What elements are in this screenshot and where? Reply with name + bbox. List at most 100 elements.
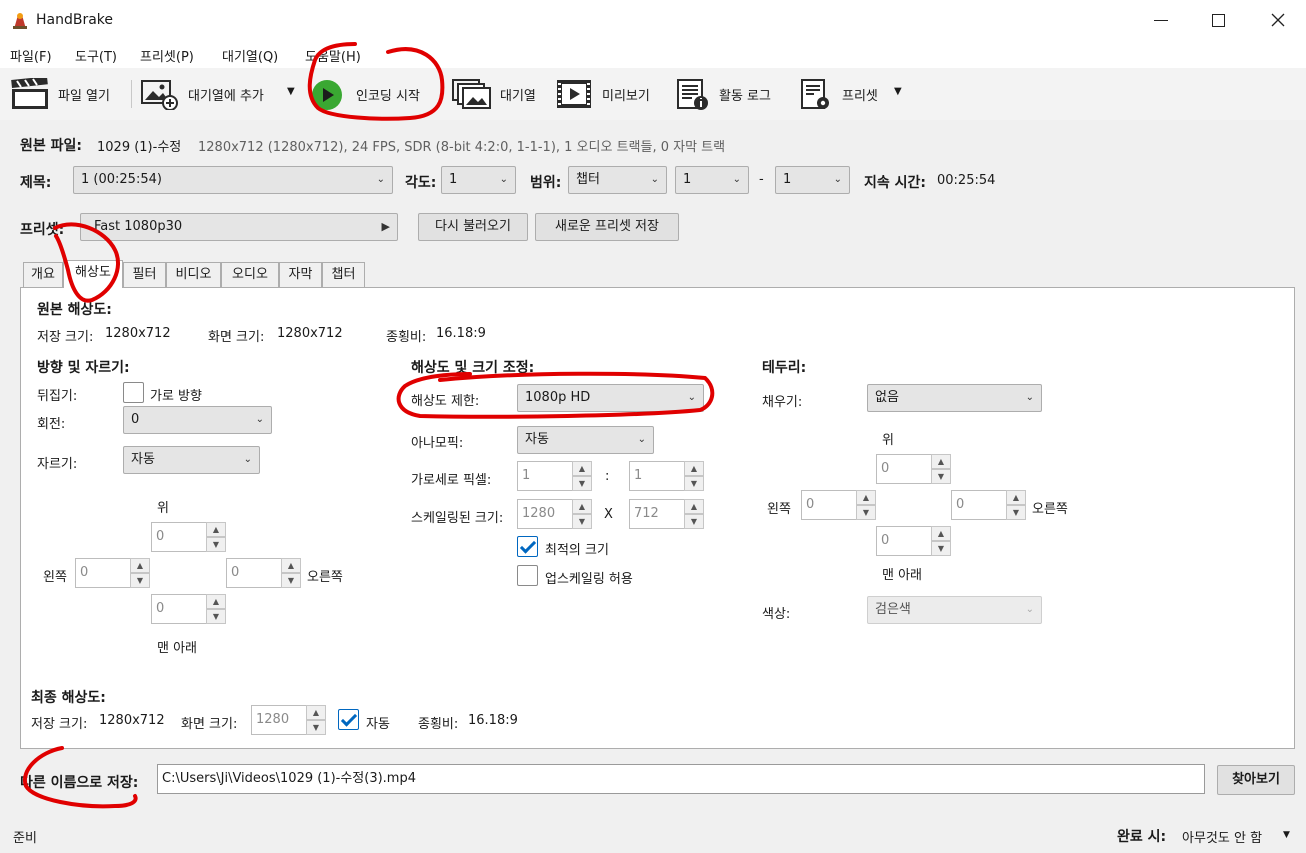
tab-video[interactable]: 비디오 (166, 262, 221, 288)
scaled-width-input[interactable]: 1280 (517, 499, 573, 529)
stepper-down-icon[interactable]: ▼ (856, 505, 876, 520)
tab-audio[interactable]: 오디오 (221, 262, 279, 288)
anamorphic-dropdown[interactable]: 자동 ⌄ (517, 426, 654, 454)
stepper-down-icon[interactable]: ▼ (306, 720, 326, 735)
stepper-down-icon[interactable]: ▼ (931, 469, 951, 484)
stepper-down-icon[interactable]: ▼ (1006, 505, 1026, 520)
allow-upscaling-checkbox[interactable] (517, 565, 538, 586)
output-path-input[interactable]: C:\Users\Ji\Videos\1029 (1)-수정(3).mp4 (157, 764, 1205, 794)
stepper-up-icon[interactable]: ▲ (281, 558, 301, 573)
scaled-height-stepper[interactable]: 712 ▲ ▼ (629, 499, 704, 529)
flip-horizontal-checkbox[interactable] (123, 382, 144, 403)
preset-selector[interactable]: Fast 1080p30 ▶ (80, 213, 398, 241)
reload-preset-button[interactable]: 다시 불러오기 (418, 213, 528, 241)
pad-right-stepper[interactable]: 0 ▲ ▼ (951, 490, 1026, 520)
title-dropdown[interactable]: 1 (00:25:54) ⌄ (73, 166, 393, 194)
menu-presets[interactable]: 프리셋(P) (140, 46, 194, 65)
stepper-up-icon[interactable]: ▲ (306, 705, 326, 720)
angle-dropdown[interactable]: 1 ⌄ (441, 166, 516, 194)
resolution-limit-dropdown[interactable]: 1080p HD ⌄ (517, 384, 704, 412)
crop-right-input[interactable]: 0 (226, 558, 282, 588)
pad-bottom-stepper[interactable]: 0 ▲ ▼ (876, 526, 951, 556)
stepper-down-icon[interactable]: ▼ (931, 541, 951, 556)
menu-tools[interactable]: 도구(T) (75, 46, 117, 65)
crop-bottom-input[interactable]: 0 (151, 594, 207, 624)
stepper-down-icon[interactable]: ▼ (684, 514, 704, 529)
activity-log-label: 활동 로그 (719, 89, 771, 104)
maximize-icon[interactable] (1212, 14, 1225, 27)
when-done-value[interactable]: 아무것도 안 함 (1182, 827, 1262, 846)
fill-dropdown[interactable]: 없음 ⌄ (867, 384, 1042, 412)
range-start-dropdown[interactable]: 1 ⌄ (675, 166, 749, 194)
menu-queue[interactable]: 대기열(Q) (222, 46, 278, 65)
crop-right-stepper[interactable]: 0 ▲ ▼ (226, 558, 301, 588)
par-height-stepper[interactable]: 1 ▲ ▼ (629, 461, 704, 491)
range-end-dropdown[interactable]: 1 ⌄ (775, 166, 850, 194)
crop-left-stepper[interactable]: 0 ▲ ▼ (75, 558, 150, 588)
par-height-input[interactable]: 1 (629, 461, 685, 491)
crop-top-stepper[interactable]: 0 ▲ ▼ (151, 522, 226, 552)
tab-subtitles[interactable]: 자막 (279, 262, 322, 288)
stepper-up-icon[interactable]: ▲ (931, 526, 951, 541)
stepper-up-icon[interactable]: ▲ (572, 461, 592, 476)
stepper-down-icon[interactable]: ▼ (206, 537, 226, 552)
open-source-button[interactable]: 파일 열기 (8, 76, 128, 112)
chevron-down-icon[interactable]: ▼ (894, 86, 902, 97)
tab-filters[interactable]: 필터 (123, 262, 166, 288)
pad-top-input[interactable]: 0 (876, 454, 932, 484)
stepper-up-icon[interactable]: ▲ (572, 499, 592, 514)
tab-dimensions[interactable]: 해상도 (63, 260, 123, 288)
final-display-stepper[interactable]: 1280 ▲ ▼ (251, 705, 326, 735)
stepper-up-icon[interactable]: ▲ (856, 490, 876, 505)
scaled-width-stepper[interactable]: 1280 ▲ ▼ (517, 499, 592, 529)
range-type-dropdown[interactable]: 챕터 ⌄ (568, 166, 667, 194)
stepper-up-icon[interactable]: ▲ (206, 594, 226, 609)
stepper-down-icon[interactable]: ▼ (281, 573, 301, 588)
chevron-down-icon[interactable]: ▼ (1283, 830, 1290, 840)
par-width-input[interactable]: 1 (517, 461, 573, 491)
queue-button[interactable]: 대기열 (452, 76, 552, 112)
browse-button[interactable]: 찾아보기 (1217, 765, 1295, 795)
save-new-preset-button[interactable]: 새로운 프리셋 저장 (535, 213, 679, 241)
stepper-down-icon[interactable]: ▼ (130, 573, 150, 588)
stepper-up-icon[interactable]: ▲ (206, 522, 226, 537)
add-to-queue-button[interactable]: 대기열에 추가 ▼ (140, 76, 300, 112)
border-color-dropdown[interactable]: 검은색 ⌄ (867, 596, 1042, 624)
stepper-up-icon[interactable]: ▲ (684, 461, 704, 476)
pad-right-input[interactable]: 0 (951, 490, 1007, 520)
title-bar: HandBrake (0, 0, 1306, 42)
stepper-up-icon[interactable]: ▲ (1006, 490, 1026, 505)
menu-file[interactable]: 파일(F) (10, 46, 52, 65)
stepper-up-icon[interactable]: ▲ (684, 499, 704, 514)
final-auto-checkbox[interactable] (338, 709, 359, 730)
par-width-stepper[interactable]: 1 ▲ ▼ (517, 461, 592, 491)
stepper-down-icon[interactable]: ▼ (572, 514, 592, 529)
stepper-down-icon[interactable]: ▼ (206, 609, 226, 624)
close-icon[interactable] (1268, 10, 1288, 30)
crop-mode-dropdown[interactable]: 자동 ⌄ (123, 446, 260, 474)
crop-left-input[interactable]: 0 (75, 558, 131, 588)
stepper-down-icon[interactable]: ▼ (684, 476, 704, 491)
stepper-up-icon[interactable]: ▲ (931, 454, 951, 469)
pad-top-stepper[interactable]: 0 ▲ ▼ (876, 454, 951, 484)
tab-summary[interactable]: 개요 (23, 262, 63, 288)
chevron-down-icon[interactable]: ▼ (287, 86, 295, 97)
crop-bottom-stepper[interactable]: 0 ▲ ▼ (151, 594, 226, 624)
stepper-up-icon[interactable]: ▲ (130, 558, 150, 573)
crop-top-input[interactable]: 0 (151, 522, 207, 552)
rotate-dropdown[interactable]: 0 ⌄ (123, 406, 272, 434)
minimize-icon[interactable] (1154, 20, 1168, 21)
pad-bottom-input[interactable]: 0 (876, 526, 932, 556)
activity-log-button[interactable]: 활동 로그 (676, 76, 786, 112)
pad-left-input[interactable]: 0 (801, 490, 857, 520)
presets-button[interactable]: 프리셋 ▼ (800, 76, 910, 112)
preview-button[interactable]: 미리보기 (556, 76, 666, 112)
menu-help[interactable]: 도움말(H) (305, 46, 361, 65)
tab-chapters[interactable]: 챕터 (322, 262, 365, 288)
scaled-height-input[interactable]: 712 (629, 499, 685, 529)
start-encode-button[interactable]: 인코딩 시작 (310, 76, 440, 112)
stepper-down-icon[interactable]: ▼ (572, 476, 592, 491)
optimal-size-checkbox[interactable] (517, 536, 538, 557)
final-display-input[interactable]: 1280 (251, 705, 307, 735)
pad-left-stepper[interactable]: 0 ▲ ▼ (801, 490, 876, 520)
